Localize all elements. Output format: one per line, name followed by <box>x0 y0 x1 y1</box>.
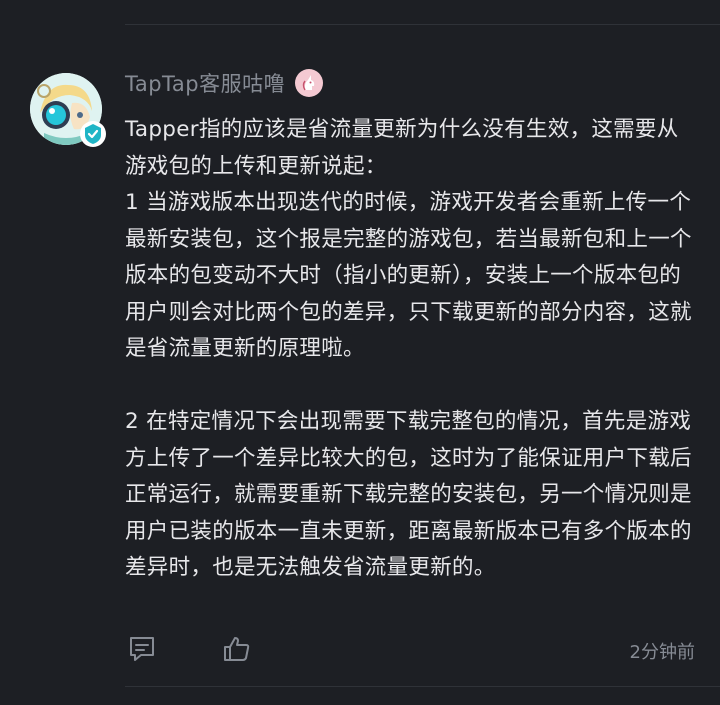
action-bar: 2分钟前 <box>125 632 695 668</box>
comment-icon[interactable] <box>125 632 159 666</box>
comment-paragraph: 2 在特定情况下会出现需要下载完整包的情况，首先是游戏方上传了一个差异比较大的包… <box>125 409 692 580</box>
comment-paragraph: Tapper指的应该是省流量更新为什么没有生效，这需要从游戏包的上传和更新说起：… <box>125 117 692 361</box>
timestamp: 2分钟前 <box>629 642 695 663</box>
author-name[interactable]: TapTap客服咕噜 <box>125 68 285 98</box>
comment-card: TapTap客服咕噜 Tapper指的应该是省流量更新为什么没有生效，这需要从游… <box>0 0 720 705</box>
verified-check-icon <box>80 121 106 147</box>
author-row: TapTap客服咕噜 <box>125 66 324 100</box>
top-divider <box>125 24 720 25</box>
thumbs-up-icon[interactable] <box>220 632 254 666</box>
comment-body: Tapper指的应该是省流量更新为什么没有生效，这需要从游戏包的上传和更新说起：… <box>125 112 700 587</box>
author-avatar[interactable] <box>30 73 106 149</box>
bottom-divider <box>125 686 720 687</box>
unicorn-badge-icon <box>295 69 324 97</box>
